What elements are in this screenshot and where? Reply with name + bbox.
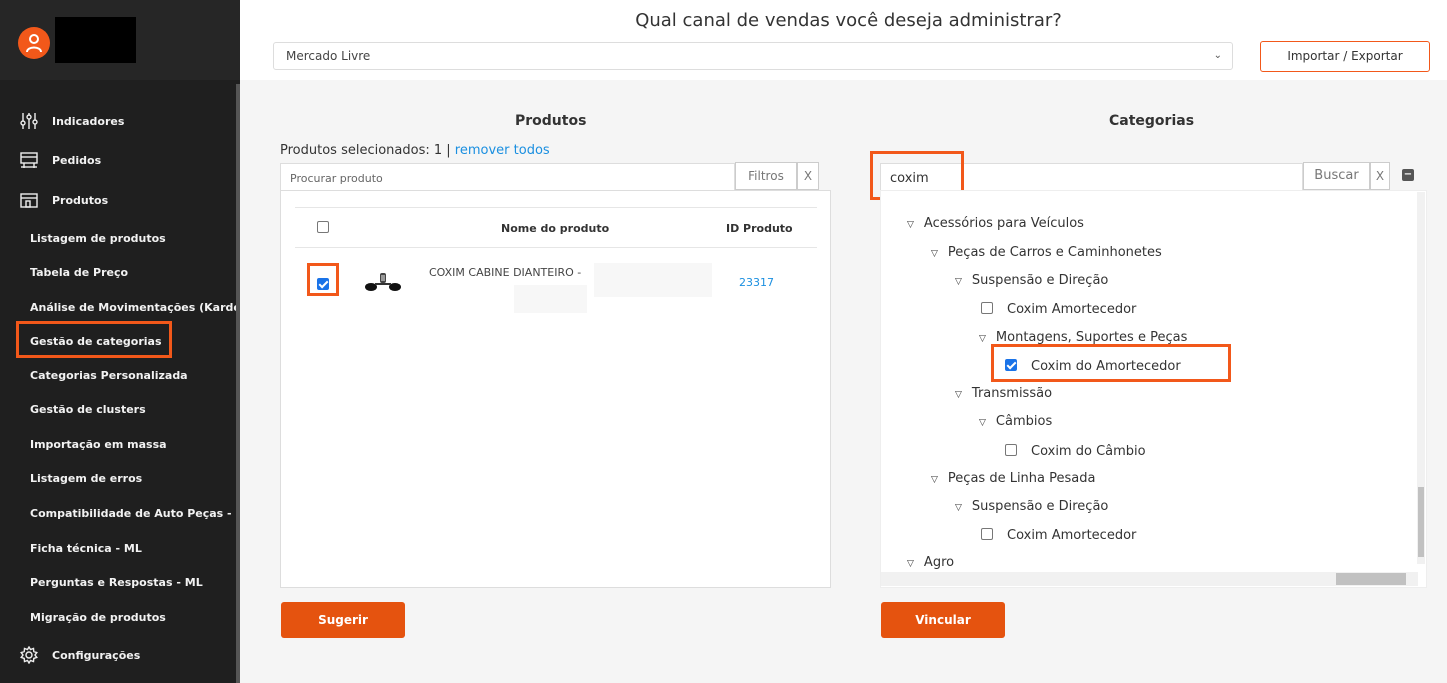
caret-down-icon: ▽: [955, 503, 962, 513]
selected-count-text: Produtos selecionados: 1 |: [280, 143, 451, 158]
orders-icon: [20, 151, 38, 169]
link-button[interactable]: Vincular: [881, 602, 1005, 638]
sidebar-header: [0, 0, 240, 80]
tree-leaf[interactable]: Coxim Amortecedor: [981, 301, 1136, 317]
minus-square-icon: −: [1402, 169, 1414, 181]
caret-down-icon: ▽: [955, 277, 962, 287]
tree-leaf[interactable]: Coxim Amortecedor: [981, 527, 1136, 543]
redacted-username: [55, 17, 136, 63]
select-all-checkbox[interactable]: [317, 221, 329, 233]
category-checkbox[interactable]: [1005, 444, 1017, 456]
highlight-selected-category: [991, 344, 1231, 382]
caret-down-icon: ▽: [907, 559, 914, 569]
column-header-name: Nome do produto: [501, 222, 610, 235]
column-header-id: ID Produto: [726, 222, 793, 235]
selected-info: Produtos selecionados: 1 | remover todos: [280, 143, 550, 158]
redacted-product-name: [594, 263, 712, 297]
highlight-active-item: [16, 321, 172, 358]
chevron-down-icon: ⌄: [1213, 50, 1222, 61]
sidebar-item-listagem-produtos[interactable]: Listagem de produtos: [30, 232, 166, 245]
tree-node[interactable]: ▽ Peças de Linha Pesada: [931, 471, 1095, 486]
sliders-icon: [20, 112, 38, 130]
filters-button[interactable]: Filtros: [735, 162, 797, 190]
tree-label: Transmissão: [971, 386, 1053, 401]
redacted-product-name-2: [514, 285, 587, 313]
tree-node[interactable]: ▽ Acessórios para Veículos: [907, 216, 1084, 231]
tree-label: Câmbios: [995, 414, 1053, 429]
category-vertical-scrollbar[interactable]: [1417, 192, 1425, 564]
caret-down-icon: ▽: [931, 475, 938, 485]
user-avatar-icon[interactable]: [18, 27, 50, 59]
tree-label: Peças de Carros e Caminhonetes: [947, 245, 1162, 260]
product-search-input[interactable]: Procurar produto: [280, 163, 735, 191]
product-thumbnail: [359, 259, 407, 307]
category-checkbox[interactable]: [981, 528, 993, 540]
sidebar-item-perguntas-respostas[interactable]: Perguntas e Respostas - ML: [30, 576, 203, 589]
collapse-tree-button[interactable]: −: [1392, 162, 1426, 190]
products-table: Nome do produto ID Produto COXIM CABINE …: [280, 190, 831, 588]
tree-label: Suspensão e Direção: [971, 273, 1109, 288]
clear-category-search-button[interactable]: X: [1370, 162, 1390, 190]
tree-label: Acessórios para Veículos: [923, 216, 1084, 231]
tree-label: Coxim Amortecedor: [1007, 302, 1137, 317]
caret-down-icon: ▽: [931, 249, 938, 259]
products-title: Produtos: [515, 113, 587, 129]
sidebar-item-migracao-produtos[interactable]: Migração de produtos: [30, 611, 166, 624]
channel-select[interactable]: Mercado Livre ⌄: [273, 42, 1233, 70]
sidebar-item-importacao-massa[interactable]: Importação em massa: [30, 438, 167, 451]
nav-label: Produtos: [52, 194, 109, 207]
tree-node[interactable]: ▽ Montagens, Suportes e Peças: [979, 330, 1187, 345]
page-title: Qual canal de vendas você deseja adminis…: [635, 10, 1062, 31]
box-icon: [20, 191, 38, 209]
caret-down-icon: ▽: [979, 418, 986, 428]
scrollbar-thumb[interactable]: [1336, 573, 1406, 585]
sidebar-item-ficha-tecnica[interactable]: Ficha técnica - ML: [30, 542, 142, 555]
tree-label: Montagens, Suportes e Peças: [995, 330, 1188, 345]
tree-leaf[interactable]: Coxim do Câmbio: [1005, 443, 1146, 459]
caret-down-icon: ▽: [955, 390, 962, 400]
tree-label: Coxim do Câmbio: [1031, 444, 1146, 459]
tree-label: Suspensão e Direção: [971, 499, 1109, 514]
clear-product-search-button[interactable]: X: [797, 162, 819, 190]
channel-bar: Qual canal de vendas você deseja adminis…: [240, 0, 1447, 80]
nav-label: Configurações: [52, 649, 141, 662]
import-export-button[interactable]: Importar / Exportar: [1260, 41, 1430, 72]
tree-node[interactable]: ▽ Câmbios: [979, 414, 1052, 429]
nav-label: Indicadores: [52, 115, 125, 128]
sidebar-item-kardex[interactable]: Análise de Movimentações (Kardex): [30, 301, 253, 314]
tree-label: Agro: [923, 555, 955, 570]
scrollbar-thumb[interactable]: [1418, 487, 1424, 557]
caret-down-icon: ▽: [979, 334, 986, 344]
sidebar-item-gestao-clusters[interactable]: Gestão de clusters: [30, 403, 146, 416]
category-checkbox[interactable]: [981, 302, 993, 314]
tree-node[interactable]: ▽ Transmissão: [955, 386, 1052, 401]
sidebar-item-tabela-preco[interactable]: Tabela de Preço: [30, 266, 128, 279]
product-id-link[interactable]: 23317: [739, 276, 774, 289]
gear-icon: [20, 645, 38, 665]
tree-node[interactable]: ▽ Suspensão e Direção: [955, 499, 1108, 514]
sidebar: Indicadores Pedidos Produtos Listagem de…: [0, 0, 253, 683]
remove-all-link[interactable]: remover todos: [455, 143, 550, 158]
search-button[interactable]: Buscar: [1303, 162, 1370, 190]
nav-label: Pedidos: [52, 154, 102, 167]
sidebar-item-compatibilidade[interactable]: Compatibilidade de Auto Peças - ML: [30, 507, 253, 520]
main-content: Qual canal de vendas você deseja adminis…: [240, 0, 1447, 683]
tree-label: Peças de Linha Pesada: [947, 471, 1096, 486]
sidebar-item-categorias-personalizada[interactable]: Categorias Personalizada: [30, 369, 188, 382]
tree-label: Coxim Amortecedor: [1007, 528, 1137, 543]
product-name[interactable]: COXIM CABINE DIANTEIRO -: [429, 266, 581, 279]
sidebar-item-listagem-erros[interactable]: Listagem de erros: [30, 472, 142, 485]
tree-node[interactable]: ▽ Peças de Carros e Caminhonetes: [931, 245, 1162, 260]
suggest-button[interactable]: Sugerir: [281, 602, 405, 638]
channel-value: Mercado Livre: [286, 49, 371, 63]
category-horizontal-scrollbar[interactable]: [881, 572, 1418, 586]
category-tree: ▽ Acessórios para Veículos ▽ Peças de Carr…: [880, 190, 1427, 588]
caret-down-icon: ▽: [907, 220, 914, 230]
tree-node[interactable]: ▽ Suspensão e Direção: [955, 273, 1108, 288]
categories-title: Categorias: [1109, 113, 1195, 129]
tree-node[interactable]: ▽ Agro: [907, 555, 954, 570]
highlight-row-checkbox: [307, 263, 339, 296]
